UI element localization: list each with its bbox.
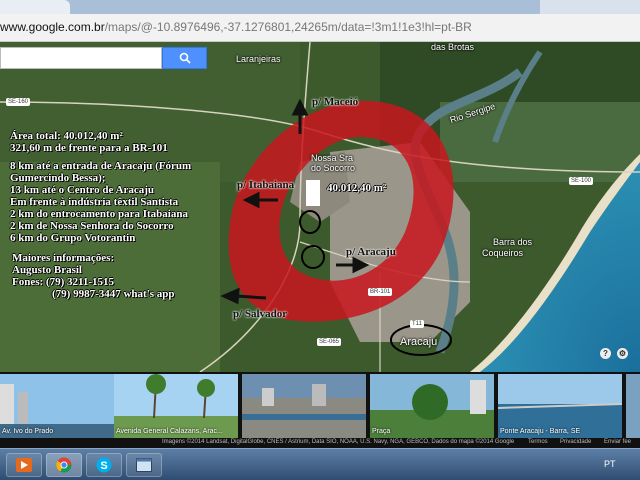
- search-button[interactable]: [162, 47, 207, 69]
- url-host: www.google.com.br: [0, 20, 105, 34]
- label-aracaju: Aracaju: [400, 336, 438, 348]
- frente-text: 321,60 m de frente para a BR-101: [10, 142, 168, 154]
- satellite-map[interactable]: Laranjeiras das Brotas Rio Sergipe Nossa…: [0, 42, 640, 372]
- search-icon: [179, 52, 191, 64]
- media-player-icon[interactable]: [6, 453, 42, 477]
- imagery-credit: Imagens ©2014 Landsat, DigitalGlobe, CNE…: [162, 439, 515, 445]
- arrow-label-aracaju: p/ Aracaju: [346, 246, 396, 258]
- road-t11: T11: [410, 320, 424, 328]
- arrow-label-salvador: p/ Salvador: [233, 308, 288, 320]
- arrow-label-maceio: p/ Maceió: [312, 96, 359, 108]
- language-indicator[interactable]: PT: [604, 459, 616, 469]
- road-br101: BR-101: [368, 288, 393, 296]
- taskbar: S PT: [0, 448, 640, 480]
- address-bar[interactable]: www.google.com.br/maps/@-10.8976496,-37.…: [0, 14, 640, 42]
- help-icon[interactable]: ?: [600, 348, 611, 359]
- feedback-link[interactable]: Enviar fee: [604, 439, 631, 445]
- label-barra-dos: Barra dos: [493, 237, 533, 247]
- screen: www.google.com.br/maps/@-10.8976496,-37.…: [0, 0, 640, 480]
- photo-thumbnail: [626, 374, 640, 438]
- search-input[interactable]: [0, 47, 162, 69]
- contact-name: Augusto Brasil: [12, 264, 82, 276]
- info-line: 2 km do entrocamento para Itabaiana: [10, 208, 188, 220]
- photo-card[interactable]: Avenida General Calazans, Arac...: [114, 374, 238, 438]
- photo-card[interactable]: [626, 374, 640, 438]
- address-bar-url[interactable]: www.google.com.br/maps/@-10.8976496,-37.…: [0, 20, 472, 34]
- photo-card[interactable]: Av. Ivo do Prado: [0, 374, 124, 438]
- phone-1: Fones: (79) 3211-1515: [12, 276, 115, 288]
- photo-thumbnail: [242, 374, 366, 438]
- photo-caption: Ponte Aracaju - Barra, SE: [500, 428, 581, 435]
- road-se100: SE-100: [569, 177, 594, 185]
- url-path: /maps/@-10.8976496,-37.1276801,24265m/da…: [104, 20, 472, 34]
- photo-caption: Avenida General Calazans, Arac...: [116, 428, 223, 435]
- info-line: Em frente à indústria têxtil Santista: [10, 196, 179, 208]
- privacy-link[interactable]: Privacidade: [560, 439, 591, 445]
- contact-title: Maiores informações:: [12, 252, 115, 264]
- svg-text:S: S: [100, 460, 107, 472]
- photo-card[interactable]: Praça: [370, 374, 494, 438]
- photo-card[interactable]: [242, 374, 366, 438]
- label-das-brotas: das Brotas: [431, 42, 475, 52]
- photo-caption: Praça: [372, 428, 391, 435]
- photo-card[interactable]: Ponte Aracaju - Barra, SE: [498, 374, 622, 438]
- plot-marker: [306, 180, 320, 206]
- browser-tab[interactable]: [0, 0, 70, 14]
- area-total-text: Área total: 40.012,40 m²: [10, 130, 123, 142]
- browser-tab-inactive[interactable]: [540, 0, 640, 14]
- info-line: 13 km até o Centro de Aracaju: [10, 184, 154, 196]
- label-laranjeiras: Laranjeiras: [236, 54, 281, 64]
- window-icon[interactable]: [126, 453, 162, 477]
- browser-tab-strip: [0, 0, 640, 14]
- info-line: 6 km do Grupo Votorantin: [10, 232, 136, 244]
- skype-icon[interactable]: S: [86, 453, 122, 477]
- area-tag: 40.012,40 m²: [327, 182, 387, 194]
- info-line: 2 km de Nossa Senhora do Socorro: [10, 220, 174, 232]
- phone-2: (79) 9987-3447 what's app: [52, 288, 175, 300]
- label-coqueiros: Coqueiros: [482, 248, 524, 258]
- info-line: Gumercindo Bessa);: [10, 172, 106, 184]
- photo-strip: Av. Ivo do Prado Avenida General Calazan…: [0, 372, 640, 438]
- chrome-icon[interactable]: [46, 453, 82, 477]
- attribution-bar: Imagens ©2014 Landsat, DigitalGlobe, CNE…: [0, 438, 640, 448]
- label-do-socorro: do Socorro: [311, 163, 356, 173]
- photo-caption: Av. Ivo do Prado: [2, 428, 54, 435]
- label-nossa-sra: Nossa Sra: [311, 153, 354, 163]
- info-line: 8 km até a entrada de Aracaju (Fórum: [10, 160, 192, 172]
- gear-icon[interactable]: ⚙: [617, 348, 628, 359]
- road-se065: SE-065: [317, 338, 342, 346]
- road-se160: SE-160: [6, 98, 31, 106]
- terms-link[interactable]: Termos: [528, 439, 548, 445]
- arrow-label-itabaiana: p/ Itabaiana: [237, 179, 295, 191]
